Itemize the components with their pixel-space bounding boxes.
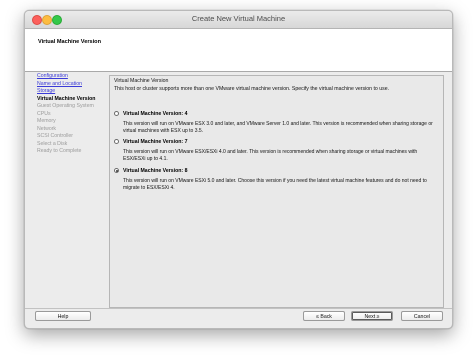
radio-version-7[interactable]	[114, 139, 119, 144]
help-button[interactable]: Help	[35, 311, 91, 321]
footer-divider	[25, 308, 452, 309]
back-button[interactable]: ≤ Back	[303, 311, 345, 321]
nav-step-select-a-disk: Select a Disk	[37, 140, 68, 147]
title-bar: Create New Virtual Machine	[25, 11, 452, 29]
nav-step-ready-to-complete: Ready to Complete	[37, 148, 82, 154]
wizard-window: Create New Virtual Machine Virtual Machi…	[24, 10, 453, 329]
nav-step-storage[interactable]: Storage	[37, 88, 117, 96]
nav-step-name-and-location[interactable]: Name and Location	[37, 81, 117, 89]
radio-version-8[interactable]	[114, 168, 119, 173]
option-description: This version will run on VMware ESX 3.0 …	[123, 121, 433, 134]
option-label[interactable]: Virtual Machine Version: 4	[123, 111, 187, 117]
group-intro-text: This host or cluster supports more than …	[114, 86, 390, 92]
option-description: This version will run on VMware ESX/ESXi…	[123, 149, 418, 162]
nav-step-configuration[interactable]: Configuration	[37, 73, 117, 81]
option-label[interactable]: Virtual Machine Version: 8	[123, 168, 187, 174]
nav-step-guest-operating-system: Guest Operating System	[37, 103, 94, 109]
wizard-header: Virtual Machine Version	[25, 29, 452, 72]
option-label[interactable]: Virtual Machine Version: 7	[123, 139, 187, 145]
option-description: This version will run on VMware ESXi 5.0…	[123, 178, 427, 191]
nav-step-memory: Memory	[37, 118, 56, 124]
nav-step-cpus: CPUs	[37, 110, 51, 117]
cancel-button[interactable]: Cancel	[401, 311, 443, 321]
radio-version-4[interactable]	[114, 111, 119, 116]
nav-step-network: Network	[37, 125, 57, 132]
nav-step-virtual-machine-version: Virtual Machine Version	[37, 95, 96, 102]
version-group-box: Virtual Machine Version This host or clu…	[109, 75, 444, 308]
window-title: Create New Virtual Machine	[191, 14, 286, 23]
page-title: Virtual Machine Version	[38, 39, 102, 45]
next-button[interactable]: Next ≥	[351, 311, 393, 321]
wizard-steps-nav: Configuration Name and Location Storage …	[37, 73, 117, 156]
nav-step-scsi-controller: SCSI Controller	[37, 133, 74, 139]
group-legend: Virtual Machine Version	[114, 78, 169, 84]
